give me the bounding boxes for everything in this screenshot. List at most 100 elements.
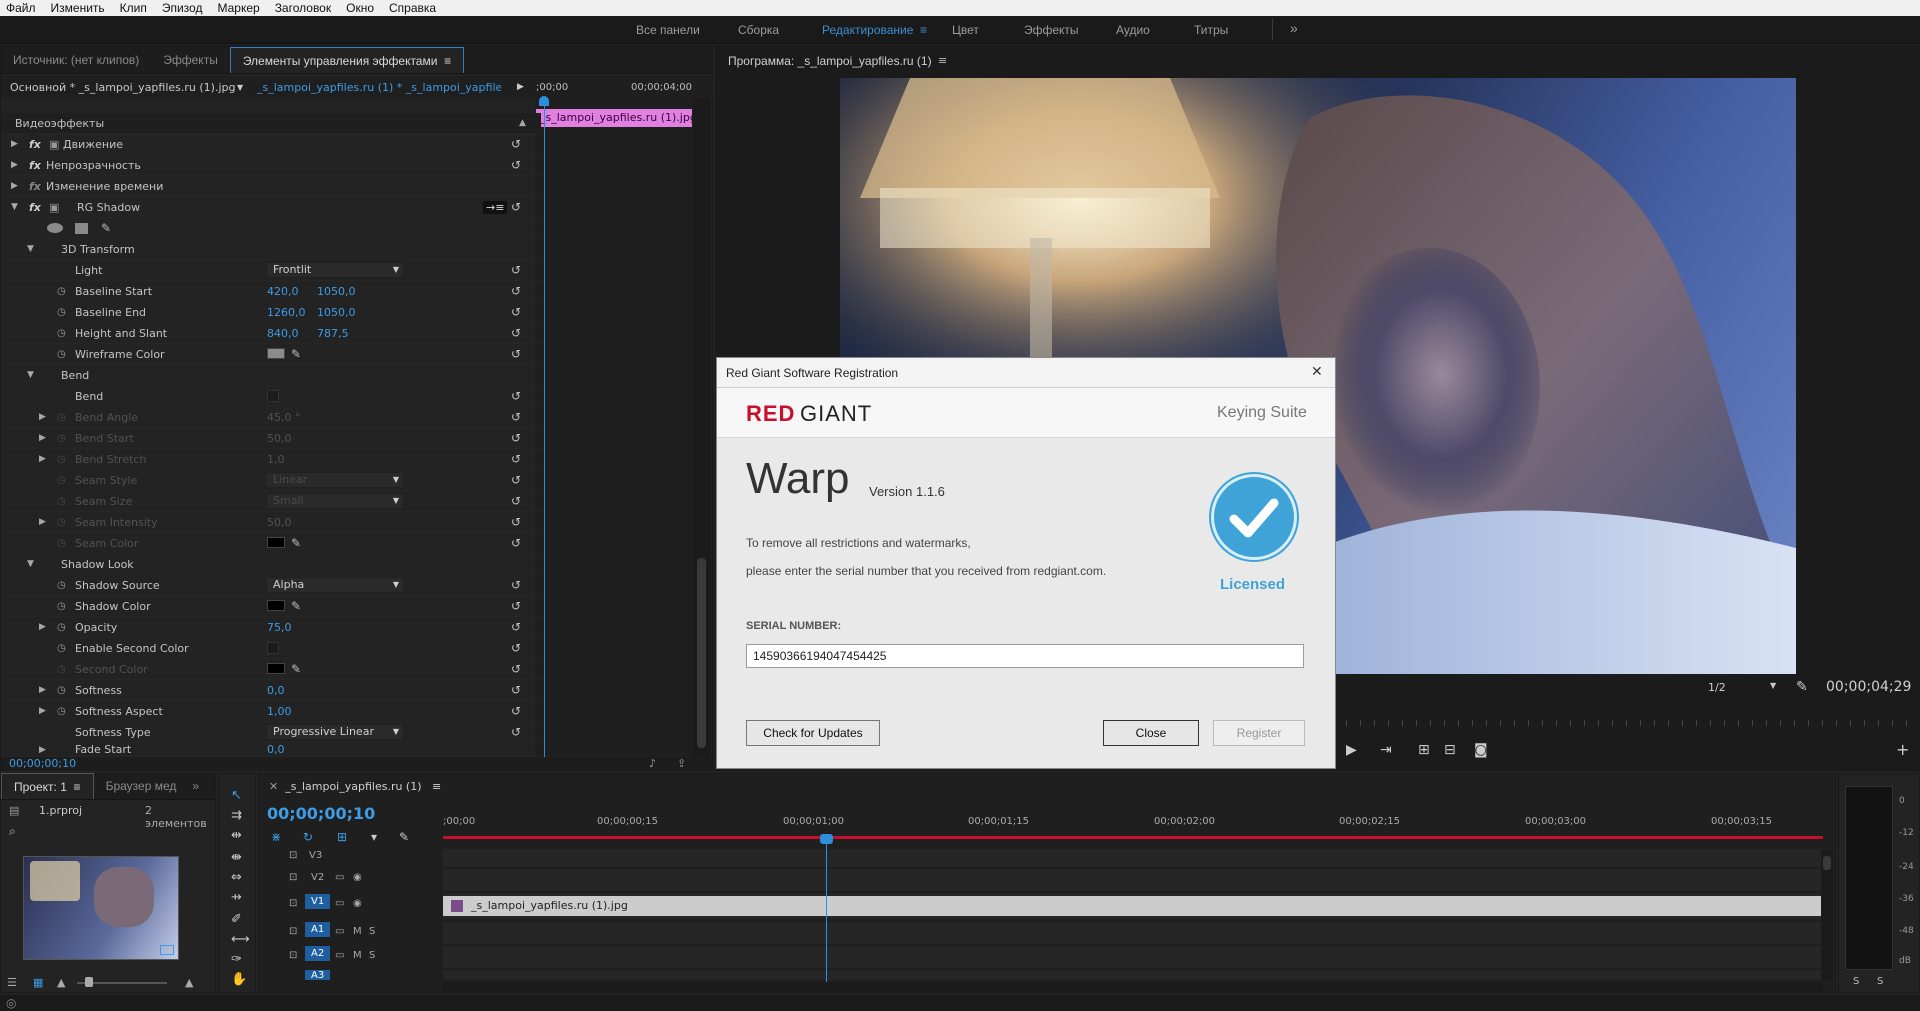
eyedropper-icon[interactable]: ✎ <box>291 536 301 550</box>
mini-timeline-clip[interactable]: _s_lampoi_yapfiles.ru (1).jpg <box>536 109 692 127</box>
fx-icon[interactable]: fx <box>29 138 41 151</box>
baseline-end-x[interactable]: 1260,0 <box>267 306 306 319</box>
effect-row-time-remap[interactable]: ▶ fx Изменение времени <box>1 176 541 197</box>
track-a3-label[interactable]: A3 <box>305 970 331 980</box>
workspace-color[interactable]: Цвет <box>952 23 979 37</box>
expand-icon[interactable]: ▶ <box>39 745 46 755</box>
track-area-v2[interactable] <box>443 869 1823 891</box>
toggle-sync-icon[interactable]: ▭ <box>335 950 344 961</box>
reset-icon[interactable]: ↺ <box>511 599 521 613</box>
expand-icon[interactable]: ▶ <box>39 412 46 422</box>
tab-source[interactable]: Источник: (нет клипов) <box>1 47 151 73</box>
stopwatch-icon[interactable]: ◷ <box>57 454 66 465</box>
workspace-menu-icon[interactable]: ≡ <box>920 23 927 37</box>
playhead-handle[interactable] <box>820 834 833 844</box>
fx-icon[interactable]: fx <box>29 159 41 172</box>
reset-icon[interactable]: ↺ <box>511 410 521 424</box>
lock-icon[interactable]: ⊡ <box>289 926 297 937</box>
stopwatch-icon[interactable]: ◷ <box>57 433 66 444</box>
audio-icon[interactable]: ♪ <box>649 757 656 770</box>
solo-button[interactable]: S <box>369 950 375 961</box>
shadow-color-swatch[interactable] <box>267 600 285 611</box>
fx-icon[interactable]: fx <box>29 201 41 214</box>
pen-tool-icon[interactable]: ✑ <box>231 952 249 970</box>
extract-icon[interactable]: ⊟ <box>1444 742 1456 758</box>
reset-icon[interactable]: ↺ <box>511 704 521 718</box>
reset-icon[interactable]: ↺ <box>511 284 521 298</box>
collapse-triangle-icon[interactable]: ▼ <box>11 202 18 212</box>
stopwatch-icon[interactable]: ◷ <box>57 286 66 297</box>
serial-input[interactable] <box>746 644 1304 668</box>
softness-type-dropdown[interactable]: Progressive Linear <box>266 724 404 740</box>
group-3d-transform[interactable]: ▼ 3D Transform <box>1 239 541 260</box>
tab-project[interactable]: Проект: 1 ≡ <box>1 773 94 799</box>
eyedropper-icon[interactable]: ✎ <box>291 599 301 613</box>
expand-icon[interactable]: ▶ <box>39 454 46 464</box>
slip-icon[interactable]: ✐ <box>231 912 249 930</box>
track-select-icon[interactable]: ⇉ <box>231 808 249 826</box>
check-updates-button[interactable]: Check for Updates <box>746 720 880 746</box>
expand-icon[interactable]: ▶ <box>39 622 46 632</box>
close-icon[interactable]: ✕ <box>269 780 278 793</box>
mini-playhead[interactable] <box>544 98 545 758</box>
mute-button[interactable]: M <box>353 950 362 961</box>
stopwatch-icon[interactable]: ◷ <box>57 580 66 591</box>
scrollbar-thumb[interactable] <box>1823 856 1831 870</box>
collapse-triangle-icon[interactable]: ▼ <box>27 370 34 380</box>
prop-value[interactable]: 0,0 <box>267 743 285 756</box>
stopwatch-icon[interactable]: ◷ <box>57 622 66 633</box>
mini-playhead-handle[interactable] <box>539 96 549 106</box>
mute-button[interactable]: M <box>353 926 362 937</box>
add-marker-icon[interactable]: ⊞ <box>337 830 347 844</box>
stopwatch-icon[interactable]: ◷ <box>57 349 66 360</box>
lock-icon[interactable]: ⊡ <box>289 950 297 961</box>
wireframe-color-swatch[interactable] <box>267 348 285 359</box>
zoom-slider-handle[interactable] <box>85 977 93 987</box>
reset-icon[interactable]: ↺ <box>511 137 521 151</box>
workspace-assembly[interactable]: Сборка <box>738 23 779 37</box>
meter-solo-right[interactable]: S <box>1877 976 1883 987</box>
camera-icon[interactable]: ◙ <box>1474 742 1488 758</box>
toggle-sync-icon[interactable]: ▭ <box>335 872 344 883</box>
effect-row-rg-shadow[interactable]: ▼ fx ▣ RG Shadow →≡ ↺ <box>1 197 541 218</box>
pen-mask-icon[interactable]: ✎ <box>101 221 111 235</box>
hand-tool-icon[interactable]: ✋ <box>231 972 249 990</box>
ellipse-mask-icon[interactable] <box>47 223 63 233</box>
track-area-v3[interactable] <box>443 849 1823 867</box>
workspace-effects[interactable]: Эффекты <box>1024 23 1079 37</box>
expand-icon[interactable]: ▶ <box>11 139 18 149</box>
fx-icon[interactable]: fx <box>29 180 41 193</box>
stopwatch-icon[interactable]: ◷ <box>57 307 66 318</box>
track-area-a3[interactable] <box>443 970 1823 980</box>
bend-checkbox[interactable] <box>267 390 279 402</box>
height-slant-x[interactable]: 840,0 <box>267 327 299 340</box>
stopwatch-icon[interactable]: ◷ <box>57 538 66 549</box>
lift-icon[interactable]: ⊞ <box>1418 742 1430 758</box>
track-a2-label[interactable]: A2 <box>305 946 331 961</box>
effect-panel-scrollbar[interactable] <box>693 98 711 758</box>
playhead[interactable] <box>826 842 827 982</box>
list-view-icon[interactable]: ☰ <box>7 976 17 989</box>
lock-icon[interactable]: ⊡ <box>289 850 297 861</box>
menu-clip[interactable]: Клип <box>120 1 147 15</box>
reset-icon[interactable]: ↺ <box>511 515 521 529</box>
lock-icon[interactable]: ⊡ <box>289 898 297 909</box>
stopwatch-icon[interactable]: ◷ <box>57 601 66 612</box>
lock-icon[interactable]: ⊡ <box>289 872 297 883</box>
project-thumbnail[interactable] <box>23 856 179 960</box>
menu-sequence[interactable]: Эпизод <box>162 1 203 15</box>
reset-icon[interactable]: ↺ <box>511 200 521 214</box>
search-icon[interactable]: ⌕ <box>9 824 16 839</box>
stopwatch-icon[interactable]: ◷ <box>57 664 66 675</box>
panel-menu-icon[interactable]: ≡ <box>938 54 947 67</box>
baseline-end-y[interactable]: 1050,0 <box>317 306 356 319</box>
tab-media-browser[interactable]: Браузер мед <box>94 773 189 799</box>
chevron-down-icon[interactable]: ▼ <box>1770 681 1776 690</box>
track-area-a2[interactable] <box>443 946 1823 968</box>
ripple-edit-icon[interactable]: ⇹ <box>231 828 249 846</box>
play-icon[interactable]: ▶ <box>1346 742 1357 758</box>
track-area-v1[interactable]: _s_lampoi_yapfiles.ru (1).jpg <box>443 893 1823 919</box>
mini-timeline[interactable]: _s_lampoi_yapfiles.ru (1).jpg <box>535 96 693 758</box>
prop-value[interactable]: 50,0 <box>267 432 292 445</box>
expand-icon[interactable]: ▶ <box>39 685 46 695</box>
